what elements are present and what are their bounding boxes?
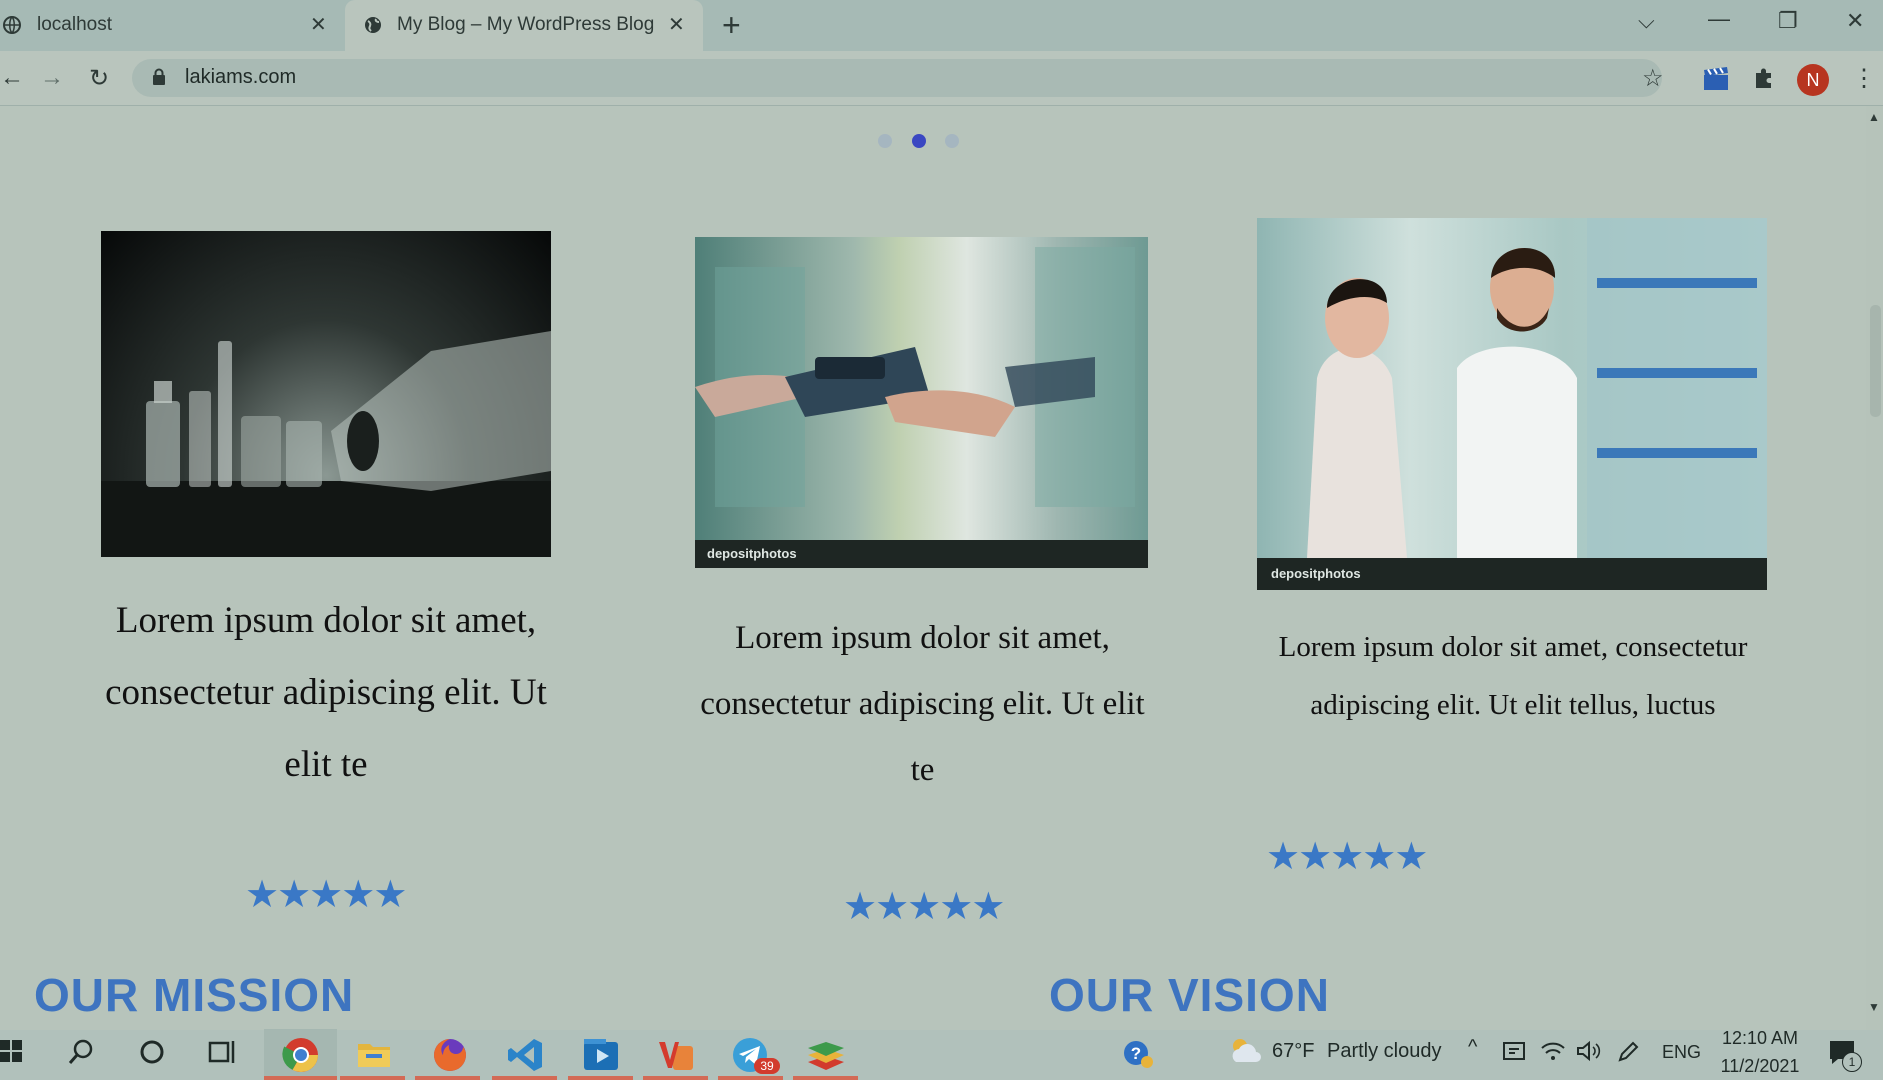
- clock-date: 11/2/2021: [1720, 1056, 1800, 1076]
- tab-my-blog[interactable]: My Blog – My WordPress Blog ✕: [345, 0, 703, 51]
- restore-button[interactable]: ❐: [1778, 8, 1798, 34]
- windows-start-icon[interactable]: [0, 1040, 22, 1067]
- volume-icon[interactable]: [1576, 1040, 1602, 1067]
- show-hidden-icons-chevron-icon[interactable]: ^: [1468, 1036, 1477, 1059]
- scroll-up-arrow-icon[interactable]: ▲: [1868, 110, 1880, 124]
- card-3-text: Lorem ipsum dolor sit amet, consectetur …: [1278, 631, 1748, 721]
- explorer-running-indicator: [340, 1076, 405, 1080]
- star-icon: ★: [309, 874, 343, 916]
- back-icon[interactable]: ←: [0, 64, 24, 92]
- star-icon: ★: [373, 874, 407, 916]
- forward-icon[interactable]: →: [40, 64, 64, 92]
- card-image-pharmacists: depositphotos: [1257, 218, 1767, 590]
- input-language[interactable]: ENG: [1662, 1042, 1701, 1063]
- clapperboard-extension-icon[interactable]: [1702, 66, 1730, 97]
- weather-desc[interactable]: Partly cloudy: [1327, 1040, 1442, 1063]
- tab-localhost[interactable]: localhost ✕: [0, 0, 345, 51]
- lock-icon[interactable]: [152, 68, 166, 91]
- file-explorer-icon[interactable]: [356, 1038, 392, 1075]
- star-icon: ★: [875, 886, 909, 928]
- task-view-icon[interactable]: [208, 1038, 238, 1071]
- firefox-running-indicator: [415, 1076, 480, 1080]
- card-1-rating: ★★★★★: [245, 872, 407, 917]
- new-tab-button[interactable]: +: [722, 9, 741, 41]
- reload-icon[interactable]: ↻: [89, 64, 109, 93]
- card-image-payment: depositphotos: [695, 237, 1148, 568]
- globe-icon: [2, 15, 22, 40]
- star-icon: ★: [245, 874, 279, 916]
- wps-running-indicator: [643, 1076, 708, 1080]
- star-icon: ★: [1330, 836, 1364, 878]
- page-scrollbar[interactable]: [1866, 106, 1883, 1030]
- our-vision-heading: OUR VISION: [1049, 969, 1330, 1021]
- watermark-bar: depositphotos: [695, 540, 1148, 568]
- close-icon[interactable]: ✕: [310, 12, 327, 37]
- carousel-dot[interactable]: [945, 134, 959, 148]
- menu-kebab-icon[interactable]: ⋮: [1852, 64, 1876, 93]
- media-running-indicator: [568, 1076, 633, 1080]
- tab-search-chevron-icon[interactable]: ⌵: [1638, 8, 1655, 34]
- chrome-icon[interactable]: [282, 1036, 320, 1079]
- notification-count: 1: [1842, 1052, 1862, 1072]
- meet-now-icon[interactable]: [1503, 1040, 1529, 1067]
- wifi-icon[interactable]: [1540, 1040, 1566, 1067]
- star-icon: ★: [277, 874, 311, 916]
- star-icon: ★: [341, 874, 375, 916]
- star-icon: ★: [1266, 836, 1300, 878]
- profile-avatar[interactable]: N: [1797, 64, 1829, 96]
- bookmark-star-icon[interactable]: ☆: [1642, 64, 1664, 93]
- stack-app-icon[interactable]: [806, 1034, 846, 1079]
- extensions-puzzle-icon[interactable]: [1752, 66, 1776, 95]
- watermark-text: depositphotos: [707, 546, 797, 561]
- tab-title: localhost: [37, 14, 112, 35]
- url-text[interactable]: lakiams.com: [185, 66, 296, 89]
- card-2-text: Lorem ipsum dolor sit amet, consectetur …: [700, 620, 1145, 788]
- minimize-button[interactable]: —: [1708, 6, 1730, 32]
- partly-cloudy-icon[interactable]: [1226, 1034, 1262, 1073]
- address-bar[interactable]: [132, 59, 1662, 97]
- watermark-bar: depositphotos: [1257, 558, 1767, 590]
- scrollbar-thumb[interactable]: [1870, 305, 1881, 417]
- star-icon: ★: [971, 886, 1005, 928]
- close-window-button[interactable]: ✕: [1846, 8, 1864, 34]
- chrome-running-indicator: [264, 1076, 337, 1080]
- watermark-text: depositphotos: [1271, 566, 1361, 581]
- svg-text:?: ?: [1131, 1044, 1141, 1063]
- cortana-icon[interactable]: [138, 1038, 166, 1071]
- star-icon: ★: [1298, 836, 1332, 878]
- vscode-running-indicator: [492, 1076, 557, 1080]
- card-3-rating: ★★★★★: [1266, 834, 1428, 879]
- star-icon: ★: [939, 886, 973, 928]
- our-mission-heading: OUR MISSION: [34, 969, 355, 1021]
- firefox-icon[interactable]: [431, 1036, 469, 1079]
- globe-icon: [363, 15, 383, 40]
- clock-time: 12:10 AM: [1721, 1028, 1799, 1048]
- star-icon: ★: [1362, 836, 1396, 878]
- wps-office-icon[interactable]: [657, 1036, 695, 1079]
- pen-icon[interactable]: [1616, 1040, 1640, 1069]
- close-icon[interactable]: ✕: [668, 12, 685, 37]
- carousel-dot-active[interactable]: [912, 134, 926, 148]
- telegram-running-indicator: [718, 1076, 783, 1080]
- search-icon[interactable]: [67, 1038, 95, 1071]
- media-player-icon[interactable]: [582, 1036, 620, 1079]
- clock[interactable]: 12:10 AM 11/2/2021: [1715, 1024, 1805, 1080]
- card-image-vials: [101, 231, 551, 557]
- telegram-badge: 39: [754, 1058, 780, 1074]
- help-icon[interactable]: ?: [1122, 1038, 1154, 1075]
- scroll-down-arrow-icon[interactable]: ▼: [1868, 1000, 1880, 1014]
- star-icon: ★: [907, 886, 941, 928]
- vscode-icon[interactable]: [507, 1036, 545, 1079]
- card-2-rating: ★★★★★: [843, 884, 1005, 929]
- carousel-dot[interactable]: [878, 134, 892, 148]
- weather-temp[interactable]: 67°F: [1272, 1040, 1314, 1063]
- tab-title: My Blog – My WordPress Blog: [397, 14, 655, 35]
- card-1-text: Lorem ipsum dolor sit amet, consectetur …: [105, 600, 547, 785]
- stack-running-indicator: [793, 1076, 858, 1080]
- star-icon: ★: [843, 886, 877, 928]
- star-icon: ★: [1394, 836, 1428, 878]
